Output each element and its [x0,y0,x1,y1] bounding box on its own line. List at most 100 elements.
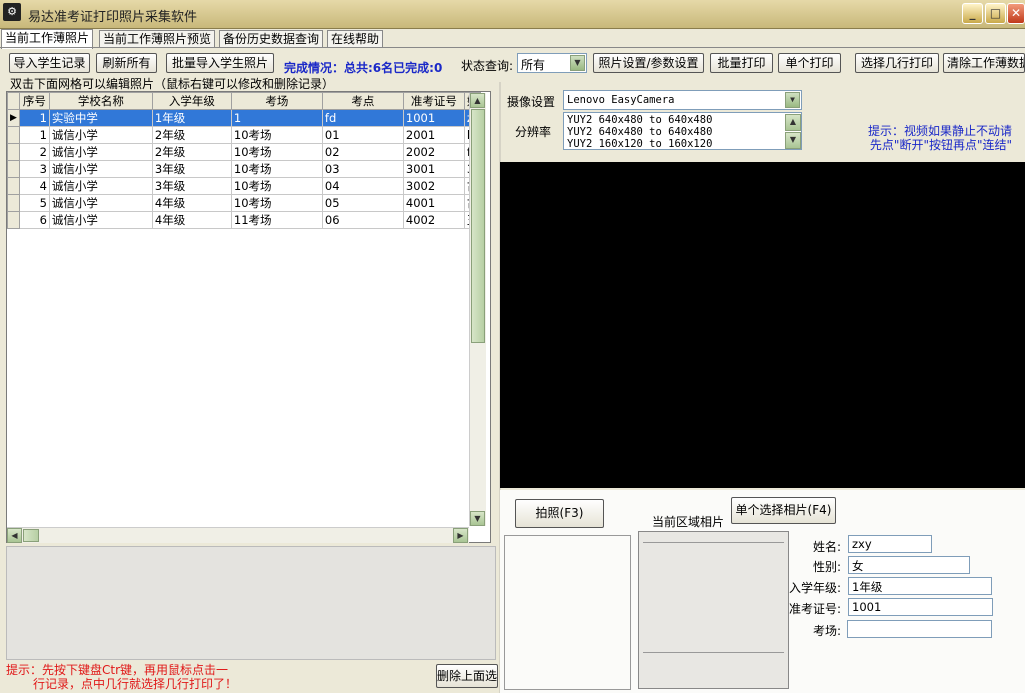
row-selector[interactable] [7,126,20,144]
table-cell[interactable]: 04 [321,177,404,195]
scroll-thumb[interactable] [23,529,39,542]
column-header[interactable]: 学校名称 [48,92,153,110]
table-cell[interactable]: 实验中学 [48,109,153,127]
scroll-left-icon[interactable]: ◀ [7,528,22,543]
table-cell[interactable]: 2002 [402,143,465,161]
column-header[interactable]: 准考证号 [402,92,465,110]
resolution-option[interactable]: YUY2 160x120 to 160x120 [567,138,801,150]
gender-field[interactable]: 女 [848,556,970,574]
table-row[interactable]: 1诚信小学2年级10考场012001l [7,126,482,144]
table-row[interactable]: 5诚信小学4年级10考场054001古 [7,194,482,212]
table-row[interactable]: 4诚信小学3年级10考场043002古 [7,177,482,195]
column-header[interactable]: 入学年级 [151,92,232,110]
column-header[interactable]: 考场 [230,92,323,110]
table-cell[interactable]: 10考场 [230,126,323,144]
table-cell[interactable]: 6 [18,211,50,229]
scroll-thumb[interactable] [471,109,485,343]
table-row[interactable]: 2诚信小学2年级10考场022002f [7,143,482,161]
resolution-list[interactable]: YUY2 640x480 to 640x480 YUY2 640x480 to … [563,112,802,150]
tab-online-help[interactable]: 在线帮助 [327,30,384,48]
status-query-select[interactable]: 所有 ▼ [517,53,587,73]
table-cell[interactable]: 3年级 [151,160,232,178]
grid-horizontal-scrollbar[interactable]: ◀ ▶ [7,527,469,543]
table-cell[interactable]: 5 [18,194,50,212]
clear-workbook-button[interactable]: 清除工作薄数据 [943,53,1025,73]
table-cell[interactable]: 02 [321,143,404,161]
scroll-down-icon[interactable]: ▼ [785,132,801,149]
exam-room-field[interactable] [847,620,992,638]
table-row[interactable]: 6诚信小学4年级11考场064002王 [7,211,482,229]
title-bar[interactable]: ⚙ 易达准考证打印照片采集软件 _ □ ✕ [0,0,1025,29]
table-cell[interactable]: 2年级 [151,143,232,161]
row-selector[interactable] [7,194,20,212]
grid-vertical-scrollbar[interactable]: ▲ ▼ [469,93,486,526]
resolution-option[interactable]: YUY2 640x480 to 640x480 [567,126,801,138]
table-cell[interactable]: 10考场 [230,143,323,161]
refresh-all-button[interactable]: 刷新所有 [96,53,157,73]
camera-device-select[interactable]: Lenovo EasyCamera ▼ [563,90,802,110]
table-cell[interactable]: 1年级 [151,109,232,127]
table-cell[interactable]: 2001 [402,126,465,144]
scroll-up-icon[interactable]: ▲ [785,114,801,131]
table-cell[interactable]: 4002 [402,211,465,229]
scroll-up-icon[interactable]: ▲ [470,93,485,108]
tab-workbook-preview[interactable]: 当前工作薄照片预览 [99,30,216,48]
table-cell[interactable]: 2 [18,143,50,161]
table-cell[interactable]: 06 [321,211,404,229]
row-selector[interactable] [7,211,20,229]
table-cell[interactable]: fd [321,109,404,127]
table-cell[interactable]: 03 [321,160,404,178]
table-cell[interactable]: 3002 [402,177,465,195]
student-grid[interactable]: 序号 学校名称 入学年级 考场 考点 准考证号 姓 ▶1实验中学1年级1fd10… [6,91,491,543]
select-photo-button[interactable]: 单个选择相片(F4) [731,497,836,524]
chevron-down-icon[interactable]: ▼ [785,92,800,108]
table-cell[interactable]: 3001 [402,160,465,178]
resolution-option[interactable]: YUY2 640x480 to 640x480 [567,114,801,126]
table-row[interactable]: 3诚信小学3年级10考场0330013 [7,160,482,178]
tab-history-query[interactable]: 备份历史数据查询 [219,30,324,48]
grade-field[interactable]: 1年级 [848,577,992,595]
table-cell[interactable]: 诚信小学 [48,126,153,144]
select-rows-print-button[interactable]: 选择几行打印 [855,53,939,73]
capture-button[interactable]: 拍照(F3) [515,499,604,528]
table-cell[interactable]: 诚信小学 [48,177,153,195]
table-cell[interactable]: 11考场 [230,211,323,229]
chevron-down-icon[interactable]: ▼ [570,55,585,71]
table-cell[interactable]: 4年级 [151,211,232,229]
batch-import-photos-button[interactable]: 批量导入学生照片 [166,53,274,73]
import-records-button[interactable]: 导入学生记录 [9,53,90,73]
name-field[interactable]: zxy [848,535,932,553]
single-print-button[interactable]: 单个打印 [778,53,841,73]
scroll-right-icon[interactable]: ▶ [453,528,468,543]
close-button[interactable]: ✕ [1007,3,1025,24]
maximize-button[interactable]: □ [985,3,1006,24]
table-cell[interactable]: 诚信小学 [48,211,153,229]
table-cell[interactable]: 3年级 [151,177,232,195]
table-cell[interactable]: 4年级 [151,194,232,212]
table-cell[interactable]: 10考场 [230,160,323,178]
table-cell[interactable]: 诚信小学 [48,143,153,161]
table-cell[interactable]: 4001 [402,194,465,212]
table-cell[interactable]: 1001 [402,109,465,127]
table-cell[interactable]: 4 [18,177,50,195]
row-pointer-icon[interactable]: ▶ [7,109,20,127]
tab-current-workbook-photos[interactable]: 当前工作薄照片 [1,29,94,49]
table-cell[interactable]: 1 [18,109,50,127]
table-cell[interactable]: 10考场 [230,194,323,212]
batch-print-button[interactable]: 批量打印 [710,53,773,73]
exam-number-field[interactable]: 1001 [848,598,993,616]
table-cell[interactable]: 01 [321,126,404,144]
table-cell[interactable]: 1 [230,109,323,127]
photo-settings-button[interactable]: 照片设置/参数设置 [593,53,704,73]
delete-selected-button[interactable]: 删除上面选 [436,664,498,688]
table-cell[interactable]: 3 [18,160,50,178]
table-cell[interactable]: 1 [18,126,50,144]
table-cell[interactable]: 诚信小学 [48,160,153,178]
row-selector[interactable] [7,177,20,195]
table-cell[interactable]: 诚信小学 [48,194,153,212]
row-selector[interactable] [7,143,20,161]
scroll-down-icon[interactable]: ▼ [470,511,485,526]
row-selector[interactable] [7,160,20,178]
table-cell[interactable]: 10考场 [230,177,323,195]
column-header[interactable]: 考点 [321,92,404,110]
